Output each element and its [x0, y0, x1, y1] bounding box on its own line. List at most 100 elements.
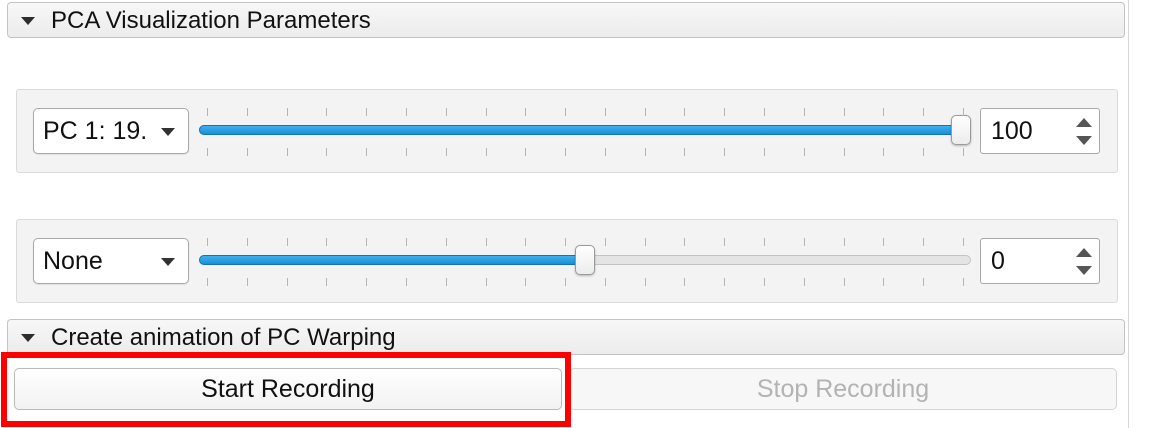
slider-tick [803, 238, 805, 246]
slider-tick [764, 148, 766, 156]
slider-tick [963, 278, 964, 286]
slider-fill [199, 255, 585, 265]
slider-tick [843, 108, 845, 116]
slider-tick [883, 108, 885, 116]
collapse-triangle-icon [21, 334, 35, 342]
slider-tick [485, 278, 487, 286]
stop-recording-button[interactable]: Stop Recording [569, 368, 1117, 410]
slider-tick [246, 238, 248, 246]
slider-tick [565, 108, 567, 116]
slider-tick [485, 108, 487, 116]
spin-up-icon[interactable] [1076, 248, 1092, 257]
slider-tick [366, 108, 368, 116]
slider-tick [684, 278, 686, 286]
slider-tick [405, 278, 407, 286]
slider-tick [525, 148, 527, 156]
chevron-down-icon [161, 258, 175, 266]
slider-tick [525, 238, 527, 246]
slider-tick [207, 148, 208, 156]
slider-tick [565, 238, 567, 246]
slider-tick [565, 148, 567, 156]
slider-handle[interactable] [951, 115, 971, 145]
slider-tick [405, 108, 407, 116]
slider-tick [644, 148, 646, 156]
pc-spinbox-1-value: 100 [991, 117, 1033, 145]
slider-tick [445, 238, 447, 246]
spin-down-icon[interactable] [1076, 266, 1092, 275]
slider-tick [445, 148, 447, 156]
slider-tick [485, 148, 487, 156]
slider-tick [883, 148, 885, 156]
slider-tick [883, 238, 885, 246]
collapse-triangle-icon [21, 17, 35, 25]
pca-section-header[interactable]: PCA Visualization Parameters [7, 2, 1125, 38]
slider-tick [803, 278, 805, 286]
animation-section-title: Create animation of PC Warping [51, 324, 396, 351]
slider-tick [525, 108, 527, 116]
slider-tick [843, 148, 845, 156]
slider-tick [684, 238, 686, 246]
slider-tick [923, 238, 925, 246]
slider-tick [286, 278, 288, 286]
slider-tick [644, 278, 646, 286]
slider-tick [286, 148, 288, 156]
pca-section-title: PCA Visualization Parameters [51, 7, 371, 34]
slider-tick [644, 108, 646, 116]
slider-tick [366, 148, 368, 156]
slider-tick [405, 148, 407, 156]
slider-tick [604, 238, 606, 246]
pc-select-2-value: None [43, 247, 103, 275]
spin-up-icon[interactable] [1076, 118, 1092, 127]
slider-tick [366, 278, 368, 286]
slider-tick [207, 108, 208, 116]
slider-tick [923, 278, 925, 286]
pc-spinbox-1[interactable]: 100 [980, 108, 1100, 154]
slider-tick [445, 278, 447, 286]
slider-tick [207, 278, 208, 286]
pc-spinbox-2[interactable]: 0 [980, 238, 1100, 284]
pc-slider-2[interactable] [199, 234, 973, 288]
slider-tick [923, 148, 925, 156]
pc-select-1[interactable]: PC 1: 19. [33, 108, 189, 154]
slider-tick [724, 148, 726, 156]
slider-tick [843, 238, 845, 246]
pc-select-2[interactable]: None [33, 238, 189, 284]
slider-tick [326, 108, 328, 116]
slider-tick [764, 238, 766, 246]
slider-tick [445, 108, 447, 116]
slider-tick [644, 238, 646, 246]
slider-tick [604, 278, 606, 286]
slider-tick [207, 238, 208, 246]
pca-panel: PCA Visualization Parameters PC 1: 19. 1… [0, 0, 1166, 428]
slider-tick [724, 278, 726, 286]
slider-tick [724, 108, 726, 116]
slider-handle[interactable] [575, 245, 595, 275]
slider-tick [684, 148, 686, 156]
spin-down-icon[interactable] [1076, 136, 1092, 145]
chevron-down-icon [161, 128, 175, 136]
slider-tick [405, 238, 407, 246]
slider-tick [843, 278, 845, 286]
slider-tick [724, 238, 726, 246]
slider-tick [923, 108, 925, 116]
slider-tick [326, 148, 328, 156]
slider-tick [963, 238, 964, 246]
pc-spinbox-2-value: 0 [991, 247, 1005, 275]
animation-section-header[interactable]: Create animation of PC Warping [7, 319, 1125, 355]
slider-tick [565, 278, 567, 286]
slider-tick [684, 108, 686, 116]
slider-tick [803, 148, 805, 156]
pc-slider-1[interactable] [199, 104, 973, 158]
highlight-box [1, 352, 571, 427]
slider-tick [883, 278, 885, 286]
slider-tick [764, 278, 766, 286]
slider-tick [485, 238, 487, 246]
pc-select-1-value: PC 1: 19. [43, 117, 148, 145]
panel-divider [1128, 0, 1129, 428]
slider-tick [764, 108, 766, 116]
slider-tick [246, 108, 248, 116]
slider-tick [963, 148, 964, 156]
slider-tick [366, 238, 368, 246]
slider-tick [604, 148, 606, 156]
slider-tick [963, 108, 964, 116]
